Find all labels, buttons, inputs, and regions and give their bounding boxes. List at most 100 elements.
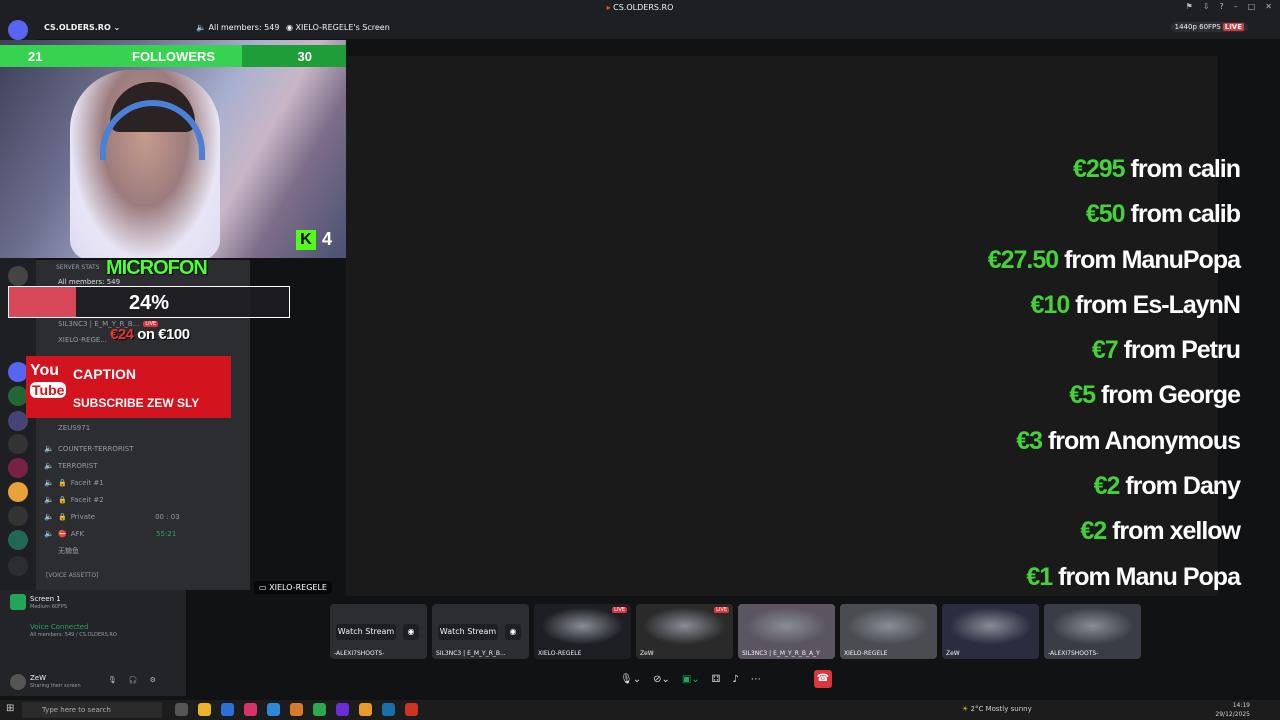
participant-tile[interactable]: XIELO-REGELE	[840, 604, 937, 659]
help-icon[interactable]: ?	[1219, 2, 1223, 11]
donation-row: €2 from Dany	[980, 472, 1241, 517]
voice-channel-terrorist[interactable]: 🔈 TERRORIST	[44, 461, 98, 470]
app-icon[interactable]	[382, 703, 395, 716]
app-icon[interactable]	[359, 703, 372, 716]
afk-user[interactable]: 无糖鱼	[58, 546, 79, 556]
server-icon[interactable]	[8, 506, 28, 526]
participant-tile[interactable]: Watch Stream ◉ -ALEXI7SHOOTS-	[330, 604, 427, 659]
mic-icon[interactable]: 🎙⌄	[620, 674, 641, 685]
server-icon[interactable]	[8, 434, 28, 454]
mic-icon[interactable]: 🎙	[108, 676, 117, 684]
screen-icon: ▭	[259, 583, 270, 592]
donation-amount: €3	[1016, 426, 1043, 455]
donation-donor: from calib	[1124, 200, 1241, 229]
donation-row: €295 from calin	[980, 155, 1241, 200]
app-icon[interactable]	[290, 703, 303, 716]
watch-stream-button[interactable]: Watch Stream	[336, 624, 396, 640]
server-stats-category[interactable]: SERVER STATS	[56, 264, 100, 271]
task-view-icon[interactable]	[175, 703, 188, 716]
stream-quality-badge: 1440p 60FPS LIVE	[1170, 22, 1248, 32]
participant-tile[interactable]: -ALEXI7SHOOTS-	[1044, 604, 1141, 659]
user-status: Sharing their screen	[30, 683, 81, 689]
voice-user[interactable]: XIELO-REGE...	[58, 336, 107, 344]
followers-label: FOLLOWERS	[132, 49, 216, 64]
participant-tile[interactable]: LIVE ZeW	[636, 604, 733, 659]
avatar[interactable]	[10, 674, 26, 690]
server-icon[interactable]	[8, 386, 28, 406]
kick-count: 4	[322, 229, 333, 249]
server-icon[interactable]	[8, 482, 28, 502]
server-icon[interactable]	[8, 362, 28, 382]
donation-amount: €7	[1091, 336, 1119, 365]
more-icon[interactable]: ⋯	[751, 674, 761, 685]
donation-row: €10 from Es-LaynN	[980, 291, 1241, 336]
donation-amount: €1	[1026, 562, 1053, 591]
screen-title: Screen 1	[30, 595, 61, 603]
add-server-icon[interactable]	[8, 556, 28, 576]
windows-taskbar: ⊞ Type here to search ☀ 2°C Mostly sunny…	[0, 700, 1280, 720]
server-icon[interactable]	[8, 266, 28, 286]
activities-icon[interactable]: ⚃	[712, 674, 721, 685]
minimize-icon[interactable]: –	[1234, 2, 1238, 11]
donation-donor: from calin	[1124, 155, 1241, 183]
participant-tile[interactable]: Watch Stream ◉ SIL3NC3 | E_M_Y_R_B...	[432, 604, 529, 659]
watch-stream-button[interactable]: Watch Stream	[438, 624, 498, 640]
donation-amount: €295	[1072, 155, 1126, 183]
close-icon[interactable]: ✕	[1265, 2, 1272, 11]
soundboard-icon[interactable]: ♪	[732, 674, 738, 685]
maximize-icon[interactable]: □	[1248, 2, 1256, 11]
download-icon[interactable]: ⇩	[1203, 2, 1210, 11]
webcam-feed	[0, 40, 346, 258]
disconnect-button[interactable]: ☎	[814, 670, 832, 688]
voice-user[interactable]: ZEUS971	[58, 424, 90, 432]
participant-tile[interactable]: ZeW	[942, 604, 1039, 659]
app-icon[interactable]	[313, 703, 326, 716]
windows-start-icon[interactable]: ⊞	[6, 703, 14, 714]
file-explorer-icon[interactable]	[198, 703, 211, 716]
server-name[interactable]: CS.OLDERS.RO ⌄	[44, 23, 120, 32]
participant-tile[interactable]: LIVE XIELO-REGELE	[534, 604, 631, 659]
voice-channel-faceit-1[interactable]: 🔈 🔒 Faceit #1	[44, 478, 104, 487]
voice-channel-faceit-2[interactable]: 🔈 🔒 Faceit #2	[44, 495, 104, 504]
donation-row: €1 from Manu Popa	[980, 562, 1241, 608]
participant-name: XIELO-REGELE	[844, 650, 888, 657]
screen-share-icon: ◉	[286, 23, 293, 32]
discord-home-icon[interactable]	[8, 20, 28, 40]
lock-icon: 🔒	[57, 495, 67, 504]
clock[interactable]: 14:19 29/12/2025	[1215, 701, 1250, 719]
gear-icon[interactable]: ⚙	[150, 676, 156, 684]
title-bar: ▸ CS.OLDERS.RO ⚑ ⇩ ? – □ ✕	[0, 0, 1280, 16]
goal-fill	[9, 287, 77, 317]
app-icon[interactable]	[336, 703, 349, 716]
server-icon[interactable]	[8, 411, 28, 431]
participant-tile[interactable]: SIL3NC3 | E_M_Y_R_B_A_Y	[738, 604, 835, 659]
app-icon[interactable]	[221, 703, 234, 716]
voice-channel-afk[interactable]: 🔈 ⛔ AFK 55:21	[44, 529, 176, 538]
taskbar-search[interactable]: Type here to search	[22, 702, 162, 718]
weather-widget[interactable]: ☀ 2°C Mostly sunny	[962, 705, 1032, 713]
screen-share-icon[interactable]: ▣⌄	[682, 674, 700, 685]
donation-donor: from ManuPopa	[1058, 245, 1241, 274]
voice-assetto-category[interactable]: [VOICE ASSETTO]	[46, 572, 99, 579]
app-icon[interactable]	[405, 703, 418, 716]
participant-name: SIL3NC3 | E_M_Y_R_B_A_Y	[742, 650, 820, 657]
youtube-logo-icon: You Tube	[30, 362, 67, 398]
donation-donor: from Petru	[1117, 336, 1241, 365]
live-badge: LIVE	[612, 607, 627, 613]
donation-row: €27.50 from ManuPopa	[980, 245, 1241, 291]
speaker-icon: 🔈	[44, 512, 54, 521]
voice-channel-counter-terrorist[interactable]: 🔈 COUNTER-TERRORIST	[44, 444, 133, 453]
headphones-icon[interactable]: 🎧	[129, 676, 138, 684]
preview-icon[interactable]: ◉	[505, 624, 521, 640]
app-icon[interactable]	[267, 703, 280, 716]
camera-off-icon[interactable]: ⊘⌄	[653, 674, 670, 685]
preview-icon[interactable]: ◉	[403, 624, 419, 640]
server-icon[interactable]	[8, 530, 28, 550]
voice-channel-private[interactable]: 🔈 🔒 Private 00 : 03	[44, 512, 180, 521]
app-icon[interactable]	[244, 703, 257, 716]
yt-subscribe-text: SUBSCRIBE ZEW SLY	[73, 396, 200, 410]
server-icon[interactable]	[8, 458, 28, 478]
inbox-icon[interactable]: ⚑	[1186, 2, 1193, 11]
user-name[interactable]: ZeW	[30, 674, 46, 682]
donation-donor: from George	[1095, 381, 1241, 410]
